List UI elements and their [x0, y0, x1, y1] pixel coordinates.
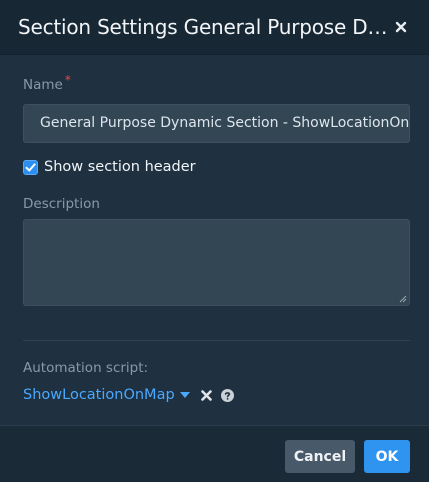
ok-button[interactable]: OK — [364, 440, 410, 473]
automation-script-row: ShowLocationOnMap — [23, 385, 234, 405]
dropdown-caret-icon[interactable] — [179, 392, 190, 398]
resize-grip-icon[interactable] — [397, 293, 407, 303]
description-label: Description — [23, 196, 100, 212]
dialog-header: Section Settings General Purpose Dynamic… — [0, 0, 429, 55]
name-label-text: Name — [23, 77, 63, 93]
show-section-header-toggle[interactable]: Show section header — [23, 157, 196, 177]
help-icon[interactable] — [220, 388, 234, 402]
dialog-title: Section Settings General Purpose Dynamic… — [18, 15, 390, 39]
close-button[interactable] — [390, 13, 412, 41]
cancel-button[interactable]: Cancel — [285, 440, 355, 473]
section-divider — [23, 340, 410, 341]
close-icon — [395, 21, 407, 33]
name-label: Name * — [23, 73, 71, 94]
automation-script-link[interactable]: ShowLocationOnMap — [23, 387, 175, 403]
remove-script-icon[interactable] — [200, 389, 212, 401]
checkmark-icon — [25, 162, 36, 171]
name-input[interactable]: General Purpose Dynamic Section - ShowLo… — [23, 104, 410, 143]
show-section-header-checkbox[interactable] — [23, 159, 38, 175]
required-marker: * — [64, 73, 71, 87]
section-settings-dialog: Section Settings General Purpose Dynamic… — [0, 0, 429, 482]
automation-script-label: Automation script: — [23, 360, 149, 376]
description-textarea[interactable] — [23, 219, 410, 306]
show-section-header-label: Show section header — [44, 159, 196, 175]
